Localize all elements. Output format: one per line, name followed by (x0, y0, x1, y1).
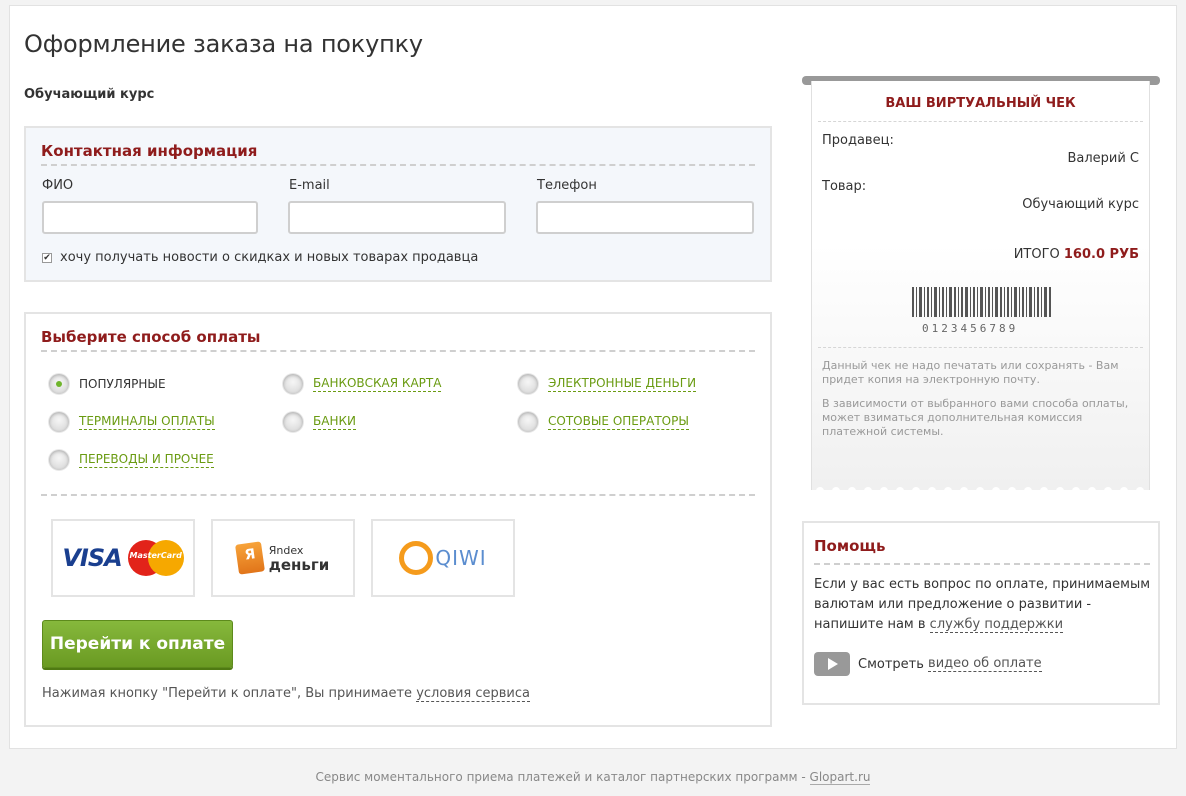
contact-info-section: Контактная информация ФИО E-mail Телефон… (24, 126, 772, 282)
method-transfers[interactable]: ПЕРЕВОДЫ И ПРОЧЕЕ (49, 450, 214, 470)
receipt-note-email: Данный чек не надо печатать или сохранят… (822, 359, 1119, 386)
total-amount: 160.0 РУБ (1063, 247, 1139, 262)
video-prefix: Смотреть (858, 656, 924, 672)
proceed-to-payment-button[interactable]: Перейти к оплате (42, 620, 233, 668)
radio-icon[interactable] (283, 412, 303, 432)
divider (41, 164, 755, 166)
seller-value: Валерий С (1067, 151, 1139, 166)
terms-prefix: Нажимая кнопку "Перейти к оплате", Вы пр… (42, 686, 417, 701)
payment-section: Выберите способ оплаты ПОПУЛЯРНЫЕ БАНКОВ… (24, 312, 772, 727)
divider (41, 494, 755, 496)
divider (41, 350, 755, 352)
method-mobile[interactable]: СОТОВЫЕ ОПЕРАТОРЫ (518, 412, 689, 432)
play-icon[interactable] (814, 652, 850, 676)
page-title: Оформление заказа на покупку (24, 30, 423, 58)
method-label: ПЕРЕВОДЫ И ПРОЧЕЕ (79, 452, 214, 468)
video-link[interactable]: видео об оплате (928, 656, 1042, 672)
phone-label: Телефон (537, 178, 597, 193)
radio-icon[interactable] (49, 374, 69, 394)
newsletter-label: хочу получать новости о скидках и новых … (60, 250, 479, 265)
divider (818, 347, 1143, 348)
visa-mastercard-option[interactable]: VISA MasterCard (51, 519, 195, 597)
fio-label: ФИО (42, 178, 74, 193)
qiwi-circle-icon (399, 541, 434, 575)
barcode-icon (912, 287, 1051, 317)
radio-icon[interactable] (283, 374, 303, 394)
terms-text: Нажимая кнопку "Перейти к оплате", Вы пр… (42, 686, 530, 702)
qiwi-logo: QIWI (435, 546, 487, 570)
radio-icon[interactable] (518, 412, 538, 432)
method-label: СОТОВЫЕ ОПЕРАТОРЫ (548, 414, 689, 430)
divider (814, 563, 1150, 565)
radio-icon[interactable] (49, 412, 69, 432)
fio-input[interactable] (42, 201, 258, 234)
receipt-note-commission: В зависимости от выбранного вами способа… (822, 397, 1129, 438)
footer: Сервис моментального приема платежей и к… (0, 770, 1186, 785)
product-name: Обучающий курс (24, 87, 155, 102)
method-label: ПОПУЛЯРНЫЕ (79, 376, 166, 391)
help-title: Помощь (814, 537, 886, 555)
mastercard-logo: MasterCard (127, 540, 184, 576)
method-label: ЭЛЕКТРОННЫЕ ДЕНЬГИ (548, 376, 697, 392)
help-text: Если у вас есть вопрос по оплате, приним… (814, 575, 1154, 635)
seller-label: Продавец: (822, 133, 894, 148)
visa-logo: VISA (62, 544, 122, 572)
total-label: ИТОГО (1013, 247, 1064, 262)
method-e-money[interactable]: ЭЛЕКТРОННЫЕ ДЕНЬГИ (518, 374, 697, 394)
method-label: БАНКОВСКАЯ КАРТА (313, 376, 442, 392)
terms-link[interactable]: условия сервиса (416, 686, 530, 702)
footer-text: Сервис моментального приема платежей и к… (315, 770, 810, 784)
footer-link[interactable]: Glopart.ru (809, 770, 871, 785)
radio-icon[interactable] (49, 450, 69, 470)
yandex-logo-bottom: деньги (268, 556, 330, 574)
virtual-receipt: ВАШ ВИРТУАЛЬНЫЙ ЧЕК Продавец: Валерий С … (811, 81, 1150, 491)
qiwi-option[interactable]: QIWI (371, 519, 515, 597)
newsletter-checkbox[interactable]: ✔ (42, 252, 52, 263)
email-label: E-mail (289, 178, 330, 193)
radio-icon[interactable] (518, 374, 538, 394)
wallet-icon: Я (234, 541, 265, 575)
mastercard-label: MasterCard (129, 551, 182, 560)
product-label: Товар: (822, 179, 867, 194)
receipt-title: ВАШ ВИРТУАЛЬНЫЙ ЧЕК (885, 96, 1076, 111)
method-label: ТЕРМИНАЛЫ ОПЛАТЫ (79, 414, 215, 430)
payment-title: Выберите способ оплаты (41, 328, 261, 346)
receipt-total: ИТОГО 160.0 РУБ (1014, 247, 1139, 262)
receipt-torn-edge (816, 487, 1144, 491)
contact-info-title: Контактная информация (41, 142, 258, 160)
divider (818, 121, 1143, 122)
product-value: Обучающий курс (1022, 197, 1139, 212)
help-section: Помощь Если у вас есть вопрос по оплате,… (802, 521, 1160, 705)
method-popular[interactable]: ПОПУЛЯРНЫЕ (49, 374, 166, 394)
phone-input[interactable] (536, 201, 754, 234)
method-label: БАНКИ (313, 414, 356, 430)
method-terminals[interactable]: ТЕРМИНАЛЫ ОПЛАТЫ (49, 412, 215, 432)
barcode-digits: 0123456789 (922, 322, 1019, 335)
method-banks[interactable]: БАНКИ (283, 412, 356, 432)
email-input[interactable] (288, 201, 506, 234)
support-link[interactable]: службу поддержки (929, 617, 1064, 633)
yandex-money-option[interactable]: Я Яndex деньги (211, 519, 355, 597)
video-row: Смотреть видео об оплате (814, 652, 1042, 676)
newsletter-option[interactable]: ✔ хочу получать новости о скидках и новы… (42, 250, 478, 265)
method-bank-card[interactable]: БАНКОВСКАЯ КАРТА (283, 374, 442, 394)
